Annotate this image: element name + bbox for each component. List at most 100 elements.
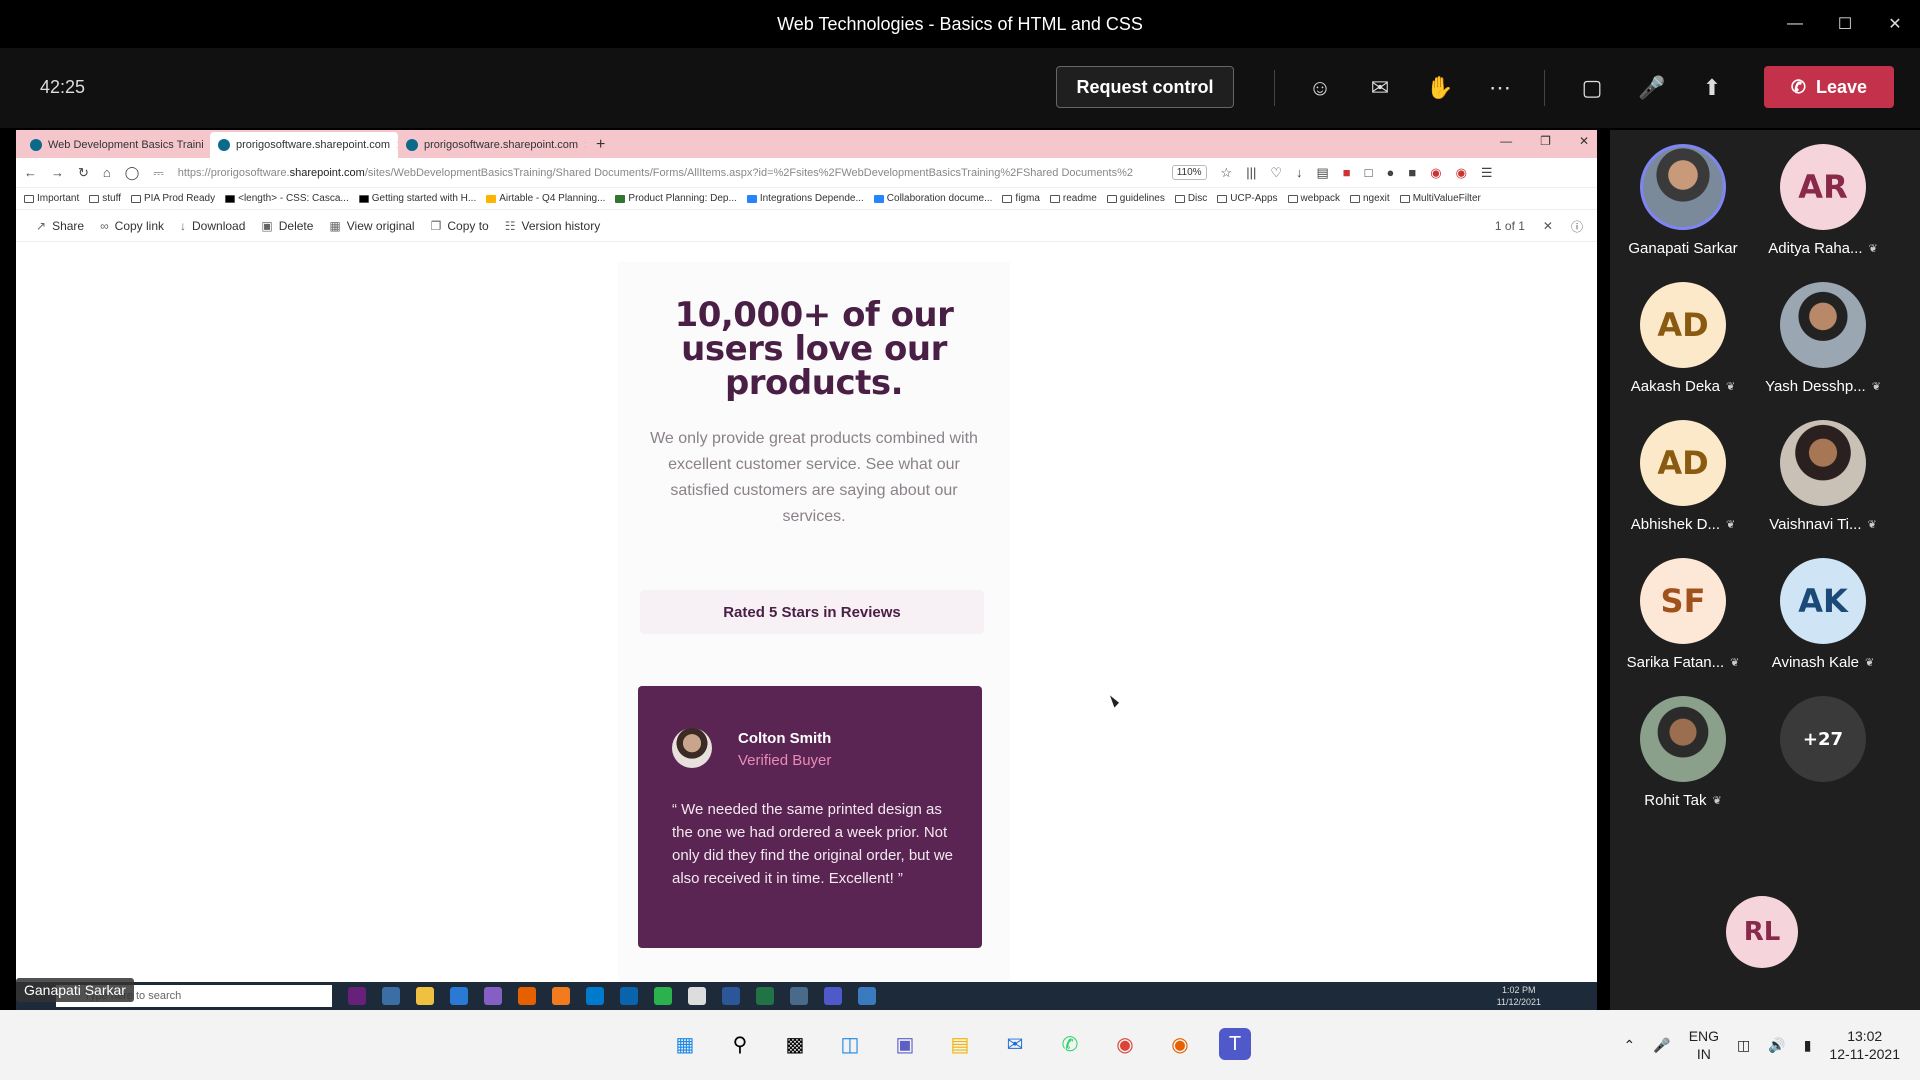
url-field[interactable]: https://prorigosoftware.sharepoint.com/s… [178, 167, 1158, 179]
menu-icon[interactable]: ☰ [1481, 165, 1493, 181]
bookmark-item[interactable]: UCP-Apps [1217, 193, 1278, 204]
participant-tile[interactable]: AR Aditya Raha... ❦ [1758, 144, 1888, 274]
participant-tile[interactable]: AD Aakash Deka ❦ [1618, 282, 1748, 412]
bookmark-item[interactable]: Collaboration docume... [873, 193, 992, 204]
share-button[interactable]: ↗ Share [36, 219, 84, 233]
app-icon[interactable] [654, 987, 672, 1005]
minimize-icon[interactable]: — [1770, 0, 1820, 48]
search-icon[interactable]: ⚲ [724, 1028, 756, 1060]
language-indicator[interactable]: ENG IN [1689, 1027, 1719, 1063]
participant-tile[interactable]: RL [1697, 896, 1827, 1026]
microphone-icon[interactable]: 🎤 [1653, 1037, 1670, 1054]
chevron-up-icon[interactable]: ⌃ [1624, 1037, 1636, 1054]
new-tab-icon[interactable]: + [586, 132, 615, 158]
widgets-icon[interactable]: ◫ [834, 1028, 866, 1060]
excel-icon[interactable] [756, 987, 774, 1005]
request-control-button[interactable]: Request control [1056, 66, 1234, 108]
extension-icon[interactable]: ● [1387, 165, 1395, 180]
bookmark-item[interactable]: <length> - CSS: Casca... [225, 193, 349, 204]
view-original-button[interactable]: ▦ View original [329, 219, 414, 233]
bookmark-item[interactable]: stuff [89, 193, 121, 204]
more-options-icon[interactable]: ⋯ [1484, 72, 1516, 104]
bookmark-item[interactable]: figma [1002, 193, 1040, 204]
bookmark-item[interactable]: PIA Prod Ready [130, 193, 215, 204]
camera-off-icon[interactable]: ▢ [1576, 72, 1608, 104]
bookmark-item[interactable]: webpack [1287, 193, 1340, 204]
mic-off-icon[interactable]: 🎤 [1636, 72, 1668, 104]
version-history-button[interactable]: ☷ Version history [505, 219, 600, 233]
bookmark-item[interactable]: Product Planning: Dep... [615, 193, 737, 204]
shield-icon[interactable]: ◯ [125, 165, 140, 181]
system-clock[interactable]: 13:02 12-11-2021 [1829, 1027, 1900, 1063]
edge-icon[interactable] [450, 987, 468, 1005]
bookmark-item[interactable]: Integrations Depende... [746, 193, 864, 204]
raise-hand-icon[interactable]: ✋ [1424, 72, 1456, 104]
chrome-icon[interactable]: ◉ [1109, 1028, 1141, 1060]
network-icon[interactable]: ◫ [1737, 1037, 1750, 1054]
participant-tile[interactable]: Vaishnavi Ti... ❦ [1758, 420, 1888, 550]
bookmark-item[interactable]: Airtable - Q4 Planning... [486, 193, 605, 204]
bookmark-item[interactable]: Getting started with H... [358, 193, 476, 204]
firefox-icon[interactable]: ◉ [1164, 1028, 1196, 1060]
copy-to-button[interactable]: ❐ Copy to [431, 219, 489, 233]
bookmark-item[interactable]: MultiValueFilter [1399, 193, 1481, 204]
back-icon[interactable]: ← [24, 165, 37, 180]
teams-icon[interactable] [824, 987, 842, 1005]
forward-icon[interactable]: → [51, 165, 64, 180]
task-view-icon[interactable]: ▩ [779, 1028, 811, 1060]
delete-button[interactable]: ▣ Delete [261, 219, 313, 233]
app-icon[interactable] [858, 987, 876, 1005]
bookmark-item[interactable]: ngexit [1350, 193, 1390, 204]
info-icon[interactable]: ⓘ [1571, 218, 1583, 235]
restore-icon[interactable]: ❐ [1540, 134, 1551, 148]
participant-tile[interactable]: AK Avinash Kale ❦ [1758, 558, 1888, 688]
postman-icon[interactable] [552, 987, 570, 1005]
participant-tile[interactable]: AD Abhishek D... ❦ [1618, 420, 1748, 550]
mail-icon[interactable]: ✉ [999, 1028, 1031, 1060]
visual-studio-icon[interactable] [348, 987, 366, 1005]
library-icon[interactable]: ||| [1246, 165, 1256, 180]
extension-icon[interactable]: ■ [1408, 165, 1416, 180]
sidebar-icon[interactable]: ▤ [1317, 165, 1329, 181]
start-icon[interactable]: ▦ [669, 1028, 701, 1060]
participant-tile[interactable]: Rohit Tak ❦ [1618, 696, 1748, 826]
volume-icon[interactable]: 🔊 [1768, 1037, 1785, 1054]
close-icon[interactable]: ✕ [1870, 0, 1920, 48]
participant-tile[interactable]: SF Sarika Fatan... ❦ [1618, 558, 1748, 688]
participants-icon[interactable]: ☺ [1304, 72, 1336, 104]
vscode-icon[interactable] [586, 987, 604, 1005]
home-icon[interactable]: ⌂ [103, 165, 111, 180]
browser-tab[interactable]: Web Development Basics Traini ✕ [22, 132, 210, 158]
download-button[interactable]: ↓ Download [180, 219, 245, 233]
task-view-icon[interactable] [382, 987, 400, 1005]
bookmark-item[interactable]: Important [24, 193, 79, 204]
bookmark-item[interactable]: Disc [1174, 193, 1207, 204]
chat-icon[interactable]: ✉ [1364, 72, 1396, 104]
bookmark-item[interactable]: guidelines [1106, 193, 1165, 204]
copy-link-button[interactable]: ∞ Copy link [100, 219, 164, 233]
browser-tab-active[interactable]: prorigosoftware.sharepoint.com ✕ [210, 132, 398, 158]
chat-icon[interactable]: ▣ [889, 1028, 921, 1060]
extension-icon[interactable]: ◉ [1430, 165, 1441, 181]
word-icon[interactable] [722, 987, 740, 1005]
download-icon[interactable]: ↓ [1296, 165, 1303, 180]
bookmark-item[interactable]: readme [1049, 193, 1097, 204]
maximize-icon[interactable]: ☐ [1820, 0, 1870, 48]
extension-icon[interactable]: □ [1365, 165, 1373, 180]
chrome-icon[interactable] [688, 987, 706, 1005]
browser-tab[interactable]: prorigosoftware.sharepoint.com ✕ [398, 132, 586, 158]
minimize-icon[interactable]: — [1500, 134, 1512, 148]
battery-icon[interactable]: ▮ [1804, 1037, 1812, 1054]
visual-studio-icon[interactable] [484, 987, 502, 1005]
more-participants-tile[interactable]: +27 [1758, 696, 1888, 826]
zoom-level[interactable]: 110% [1171, 165, 1207, 180]
teams-icon[interactable]: T [1219, 1028, 1251, 1060]
pocket-icon[interactable]: ♡ [1270, 165, 1282, 181]
participant-tile[interactable]: Yash Desshp... ❦ [1758, 282, 1888, 412]
bookmark-star-icon[interactable]: ☆ [1221, 165, 1233, 181]
whatsapp-icon[interactable]: ✆ [1054, 1028, 1086, 1060]
extension-icon[interactable]: ■ [1343, 165, 1351, 180]
close-viewer-icon[interactable]: ✕ [1543, 219, 1553, 233]
reload-icon[interactable]: ↻ [78, 165, 89, 181]
extension-icon[interactable]: ◉ [1456, 165, 1467, 181]
